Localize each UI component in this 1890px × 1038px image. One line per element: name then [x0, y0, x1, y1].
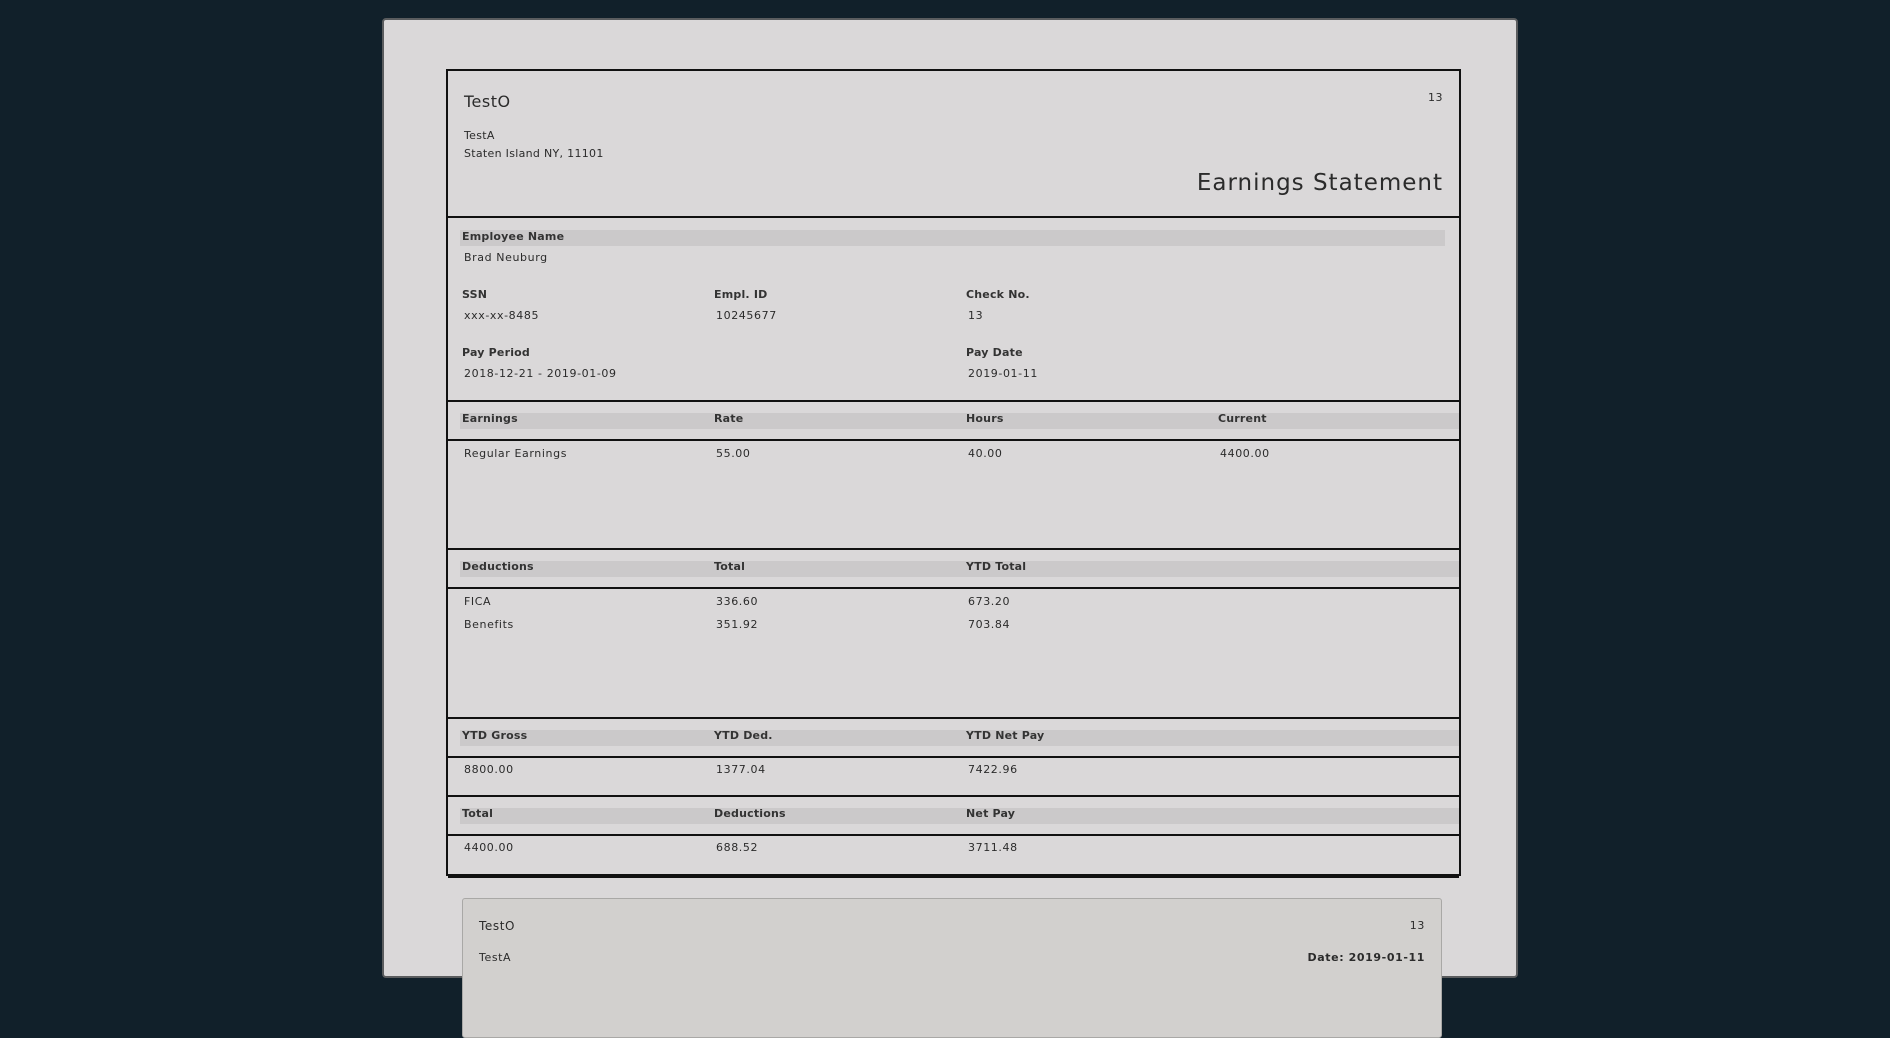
- check-stub: TestO 13 TestA Date: 2019-01-11: [462, 898, 1442, 1038]
- earnings-header-band: [460, 413, 1459, 429]
- company-address-line2: Staten Island NY, 11101: [464, 147, 604, 160]
- deductions-total-value: 688.52: [716, 841, 759, 854]
- earnings-statement: TestO TestA Staten Island NY, 11101 13 E…: [446, 69, 1461, 878]
- employee-info: Employee Name Brad Neuburg SSN xxx-xx-84…: [448, 218, 1459, 402]
- deduction-row-benefits-desc: Benefits: [464, 618, 514, 631]
- stub-check-number: 13: [1409, 919, 1425, 932]
- deductions-col-header: Deductions: [462, 560, 534, 573]
- check-number-top: 13: [1428, 91, 1443, 104]
- totals-header: Total Deductions Net Pay: [448, 797, 1459, 836]
- pay-date-label: Pay Date: [966, 346, 1023, 359]
- ssn-value: xxx-xx-8485: [464, 309, 540, 322]
- check-no-label: Check No.: [966, 288, 1030, 301]
- deduction-row-benefits-total: 351.92: [716, 618, 759, 631]
- earnings-rows: Regular Earnings 55.00 40.00 4400.00: [448, 441, 1459, 550]
- deduction-row-fica-desc: FICA: [464, 595, 492, 608]
- earnings-header: Earnings Rate Hours Current: [448, 402, 1459, 441]
- ssn-label: SSN: [462, 288, 488, 301]
- ytd-values: 8800.00 1377.04 7422.96: [448, 758, 1459, 797]
- ytd-ded-value: 1377.04: [716, 763, 766, 776]
- ytd-header: YTD Gross YTD Ded. YTD Net Pay: [448, 719, 1459, 758]
- net-pay-header: Net Pay: [966, 807, 1016, 820]
- deductions-ytd-col-header: YTD Total: [966, 560, 1027, 573]
- ytd-gross-value: 8800.00: [464, 763, 514, 776]
- rate-col-header: Rate: [714, 412, 744, 425]
- earnings-row-rate: 55.00: [716, 447, 751, 460]
- earnings-row-hours: 40.00: [968, 447, 1003, 460]
- company-address-line1: TestA: [464, 129, 495, 142]
- deduction-row-fica-ytd: 673.20: [968, 595, 1011, 608]
- ytd-ded-header: YTD Ded.: [714, 729, 773, 742]
- empl-id-label: Empl. ID: [714, 288, 768, 301]
- stub-company-name: TestO: [479, 919, 516, 933]
- employee-name: Brad Neuburg: [464, 251, 548, 264]
- employee-name-band: [460, 230, 1445, 246]
- hours-col-header: Hours: [966, 412, 1004, 425]
- ytd-net-pay-header: YTD Net Pay: [966, 729, 1045, 742]
- totals-header-band: [460, 808, 1459, 824]
- pay-period-label: Pay Period: [462, 346, 530, 359]
- company-header: TestO TestA Staten Island NY, 11101 13 E…: [448, 71, 1459, 218]
- statement-title: Earnings Statement: [1196, 170, 1443, 196]
- deductions-rows: FICA 336.60 673.20 Benefits 351.92 703.8…: [448, 589, 1459, 719]
- pay-date-value: 2019-01-11: [968, 367, 1038, 380]
- deduction-row-benefits-ytd: 703.84: [968, 618, 1011, 631]
- net-pay-value: 3711.48: [968, 841, 1018, 854]
- totals-values: 4400.00 688.52 3711.48: [448, 836, 1459, 878]
- stub-address-line: TestA: [479, 951, 512, 964]
- ytd-header-band: [460, 730, 1459, 746]
- ytd-net-pay-value: 7422.96: [968, 763, 1018, 776]
- total-value: 4400.00: [464, 841, 514, 854]
- ytd-gross-header: YTD Gross: [462, 729, 528, 742]
- check-no-value: 13: [968, 309, 984, 322]
- employee-name-label: Employee Name: [462, 230, 565, 243]
- statement-page: TestO TestA Staten Island NY, 11101 13 E…: [382, 18, 1518, 1038]
- deductions-header-total: Deductions: [714, 807, 786, 820]
- empl-id-value: 10245677: [716, 309, 777, 322]
- stub-date: Date: 2019-01-11: [1307, 951, 1425, 964]
- deductions-header-band: [460, 561, 1459, 577]
- earnings-row-desc: Regular Earnings: [464, 447, 568, 460]
- pay-period-value: 2018-12-21 - 2019-01-09: [464, 367, 617, 380]
- deduction-row-fica-total: 336.60: [716, 595, 759, 608]
- deductions-header: Deductions Total YTD Total: [448, 550, 1459, 589]
- earnings-col-header: Earnings: [462, 412, 518, 425]
- current-col-header: Current: [1218, 412, 1267, 425]
- earnings-row-current: 4400.00: [1220, 447, 1270, 460]
- total-header: Total: [462, 807, 494, 820]
- company-name: TestO: [464, 92, 511, 111]
- deductions-total-col-header: Total: [714, 560, 746, 573]
